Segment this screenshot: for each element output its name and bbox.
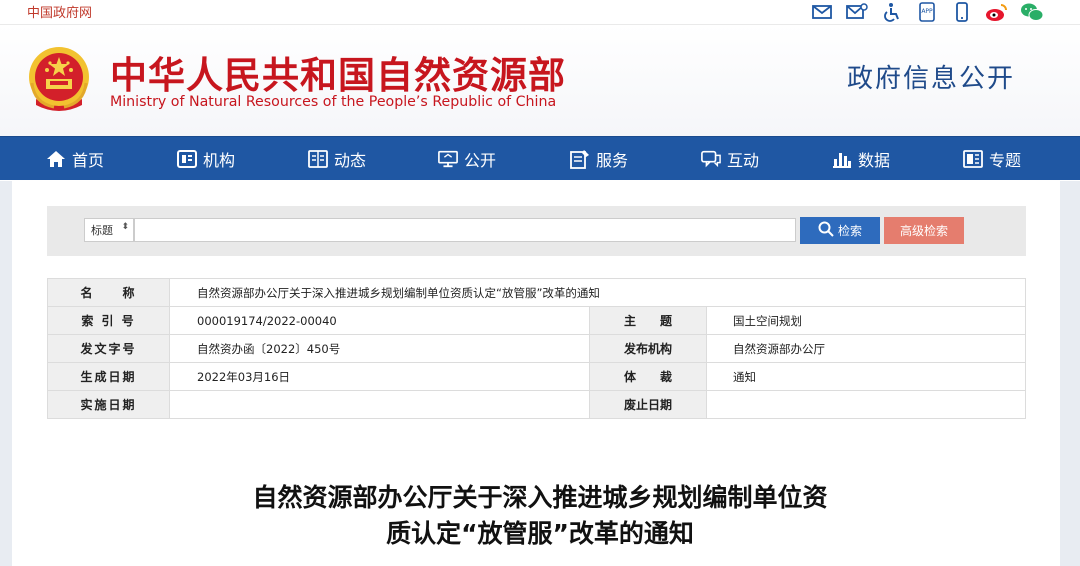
search-icon xyxy=(818,221,834,240)
meta-value-subject: 国土空间规划 xyxy=(706,306,1026,335)
gov-portal-link[interactable]: 中国政府网 xyxy=(27,2,92,21)
table-row: 索 引 号 000019174/2022-00040 主 题 国土空间规划 xyxy=(47,306,1026,335)
nav-item-label: 动态 xyxy=(334,151,367,170)
nav-item-label: 专题 xyxy=(989,151,1022,170)
meta-value-index: 000019174/2022-00040 xyxy=(169,306,590,335)
document-title-line-2: 质认定“放管服”改革的通知 xyxy=(386,519,694,548)
nav-item-news[interactable]: 动态 xyxy=(308,137,366,181)
meta-value-created: 2022年03月16日 xyxy=(169,362,590,391)
nav-item-interaction[interactable]: 互动 xyxy=(701,137,759,181)
document-title: 自然资源部办公厅关于深入推进城乡规划编制单位资 质认定“放管服”改革的通知 xyxy=(0,480,1080,552)
meta-label-publisher: 发布机构 xyxy=(589,334,707,363)
nav-item-label: 公开 xyxy=(464,151,497,170)
nav-item-label: 数据 xyxy=(858,151,891,170)
meta-value-effective xyxy=(169,390,590,419)
meta-label-genre: 体 裁 xyxy=(589,362,707,391)
data-icon xyxy=(832,149,852,169)
advanced-search-button[interactable]: 高级检索 xyxy=(884,217,964,244)
mailbox-icon[interactable] xyxy=(845,1,869,23)
document-metadata-table: 名 称 自然资源部办公厅关于深入推进城乡规划编制单位资质认定“放管服”改革的通知… xyxy=(47,278,1026,419)
topic-icon xyxy=(963,149,983,169)
meta-value-name: 自然资源部办公厅关于深入推进城乡规划编制单位资质认定“放管服”改革的通知 xyxy=(169,278,1026,307)
nav-item-organization[interactable]: 机构 xyxy=(177,137,235,181)
meta-value-publisher: 自然资源部办公厅 xyxy=(706,334,1026,363)
wechat-icon[interactable] xyxy=(1020,1,1044,23)
section-title: 政府信息公开 xyxy=(846,64,1015,94)
app-icon[interactable]: APP xyxy=(915,1,939,23)
site-title-en: Ministry of Natural Resources of the Peo… xyxy=(110,94,557,110)
nav-item-label: 互动 xyxy=(727,151,760,170)
main-nav: 首页 机构 动态 公开 服务 互动 数据 专题 xyxy=(0,136,1080,180)
meta-value-genre: 通知 xyxy=(706,362,1026,391)
search-button[interactable]: 检索 xyxy=(800,217,880,244)
accessibility-icon[interactable] xyxy=(880,1,904,23)
service-icon xyxy=(570,149,590,169)
meta-label-subject: 主 题 xyxy=(589,306,707,335)
meta-label-name: 名 称 xyxy=(47,278,170,307)
interaction-icon xyxy=(701,149,721,169)
nav-item-data[interactable]: 数据 xyxy=(832,137,890,181)
meta-value-repeal xyxy=(706,390,1026,419)
meta-label-created: 生成日期 xyxy=(47,362,170,391)
search-field-select-value: 标题 xyxy=(91,224,113,237)
nav-item-label: 首页 xyxy=(72,151,105,170)
site-header: 中华人民共和国自然资源部 Ministry of Natural Resourc… xyxy=(0,24,1080,136)
national-emblem-logo[interactable] xyxy=(24,43,94,115)
nav-item-disclosure[interactable]: 公开 xyxy=(438,137,496,181)
nav-item-label: 机构 xyxy=(203,151,236,170)
table-row: 名 称 自然资源部办公厅关于深入推进城乡规划编制单位资质认定“放管服”改革的通知 xyxy=(47,278,1026,307)
nav-item-label: 服务 xyxy=(596,151,629,170)
select-updown-icon: ⬍ xyxy=(121,222,129,232)
nav-item-home[interactable]: 首页 xyxy=(46,137,104,181)
search-button-label: 检索 xyxy=(837,224,862,238)
nav-item-service[interactable]: 服务 xyxy=(570,137,628,181)
meta-value-docno: 自然资办函〔2022〕450号 xyxy=(169,334,590,363)
home-icon xyxy=(46,149,66,169)
search-input[interactable] xyxy=(134,218,796,242)
top-bar: 中国政府网 APP xyxy=(0,0,1080,24)
svg-text:APP: APP xyxy=(921,8,933,15)
search-field-select[interactable]: 标题 ⬍ xyxy=(84,218,134,242)
table-row: 生成日期 2022年03月16日 体 裁 通知 xyxy=(47,362,1026,391)
table-row: 实施日期 废止日期 xyxy=(47,390,1026,419)
document-title-line-1: 自然资源部办公厅关于深入推进城乡规划编制单位资 xyxy=(252,483,828,512)
organization-icon xyxy=(177,149,197,169)
table-row: 发文字号 自然资办函〔2022〕450号 发布机构 自然资源部办公厅 xyxy=(47,334,1026,363)
nav-item-topic[interactable]: 专题 xyxy=(963,137,1021,181)
site-title-cn: 中华人民共和国自然资源部 xyxy=(110,54,566,97)
mobile-icon[interactable] xyxy=(950,1,974,23)
news-icon xyxy=(308,149,328,169)
disclosure-icon xyxy=(438,149,458,169)
meta-label-docno: 发文字号 xyxy=(47,334,170,363)
meta-label-index: 索 引 号 xyxy=(47,306,170,335)
top-icon-group: APP xyxy=(810,0,1044,24)
weibo-icon[interactable] xyxy=(985,1,1009,23)
meta-label-effective: 实施日期 xyxy=(47,390,170,419)
mail-icon[interactable] xyxy=(810,1,834,23)
meta-label-repeal: 废止日期 xyxy=(589,390,707,419)
